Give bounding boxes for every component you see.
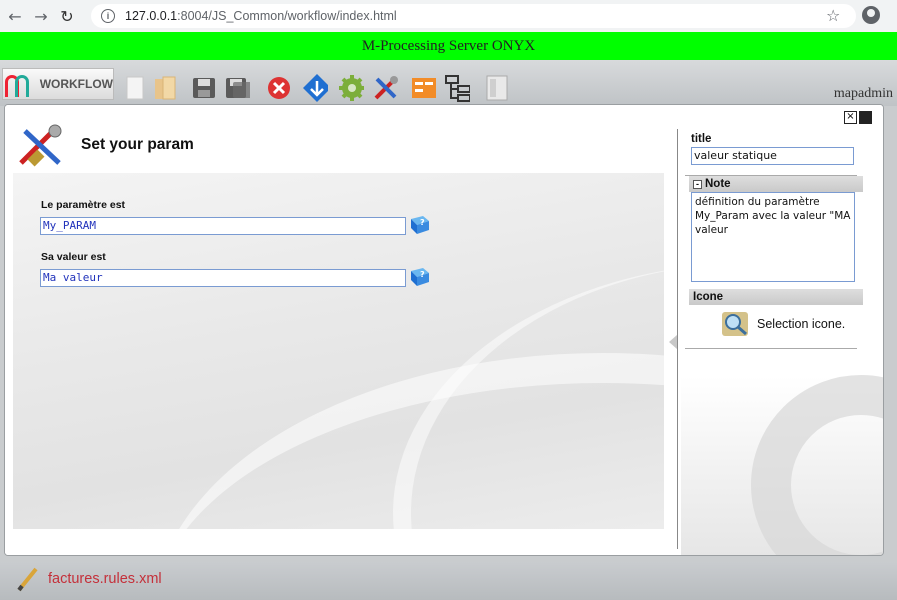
username[interactable]: mapadmin [834,86,893,102]
icon-label: Icone [693,291,724,303]
save-icon[interactable] [190,74,216,102]
gear-watermark-icon [751,375,883,555]
settings-icon[interactable] [338,74,364,102]
forward-icon[interactable]: → [30,5,52,27]
account-icon[interactable] [862,6,880,24]
url-host: 127.0.0.1 [125,9,178,23]
bookmark-star-icon[interactable]: ☆ [826,6,840,25]
note-textarea[interactable]: définition du paramètre My_Param avec la… [691,192,855,282]
dialog-title: Set your param [81,136,194,153]
variables-icon[interactable] [410,74,436,102]
help-icon[interactable]: ? [409,215,431,235]
param-value-label: Sa valeur est [41,251,106,263]
delete-icon[interactable] [266,74,292,102]
icon-section-header: Icone [689,289,863,305]
form-area: Le paramètre est My_PARAM ? Sa valeur es… [13,173,664,529]
address-bar[interactable]: i 127.0.0.1:8004/JS_Common/workflow/inde… [91,4,856,28]
help-icon[interactable]: ? [409,267,431,287]
pane-divider[interactable] [677,129,678,549]
separator [685,348,857,349]
panel-icon[interactable] [484,74,510,102]
m-logo-icon [3,69,34,99]
server-banner: M-Processing Server ONYX [0,32,897,60]
file-tabs: factures.rules.xml [0,562,897,600]
title-label: title [691,133,712,145]
file-name[interactable]: factures.rules.xml [48,571,162,587]
browser-bar: ← → ↻ i 127.0.0.1:8004/JS_Common/workflo… [0,0,897,32]
param-editor: Set your param Le paramètre est My_PARAM… [5,105,677,555]
branch-icon[interactable] [302,74,328,102]
tree-icon[interactable] [444,74,470,102]
svg-text:?: ? [420,270,425,279]
new-doc-icon[interactable] [122,74,148,102]
param-dialog: Set your param Le paramètre est My_PARAM… [4,104,884,556]
save-as-icon[interactable] [224,74,250,102]
workflow-logo: WORKFLOW [2,68,114,100]
param-name-label: Le paramètre est [41,199,126,211]
svg-text:?: ? [420,218,425,227]
note-section-header[interactable]: - Note [689,176,863,192]
open-folder-icon[interactable] [152,74,178,102]
window-controls: × [844,111,872,124]
note-label: Note [705,178,731,190]
reload-icon[interactable]: ↻ [56,5,78,27]
close-icon[interactable]: × [844,111,857,124]
icon-selection-text[interactable]: Selection icone. [757,317,845,331]
properties-panel: title valeur statique - Note définition … [681,105,883,555]
tools-icon[interactable] [372,74,398,102]
pencil-icon [17,567,38,592]
param-name-input[interactable]: My_PARAM [40,217,406,235]
title-input[interactable]: valeur statique [691,147,854,165]
back-icon[interactable]: ← [4,5,26,27]
tools-header-icon [19,124,62,167]
toolbar: WORKFLOW mapadmin [0,60,897,106]
dialog-header: Set your param [15,123,194,167]
param-value-input[interactable]: Ma valeur [40,269,406,287]
url-path: :8004/JS_Common/workflow/index.html [177,9,397,23]
collapse-arrow-icon[interactable] [669,335,677,349]
magnifier-icon[interactable] [721,311,749,337]
logo-text: WORKFLOW [39,77,113,91]
collapse-icon[interactable]: - [693,179,702,189]
icon-selector[interactable]: Selection icone. [721,311,845,337]
file-tab[interactable]: factures.rules.xml [16,566,162,592]
info-icon[interactable]: i [101,9,115,23]
save-small-icon[interactable] [859,111,872,124]
